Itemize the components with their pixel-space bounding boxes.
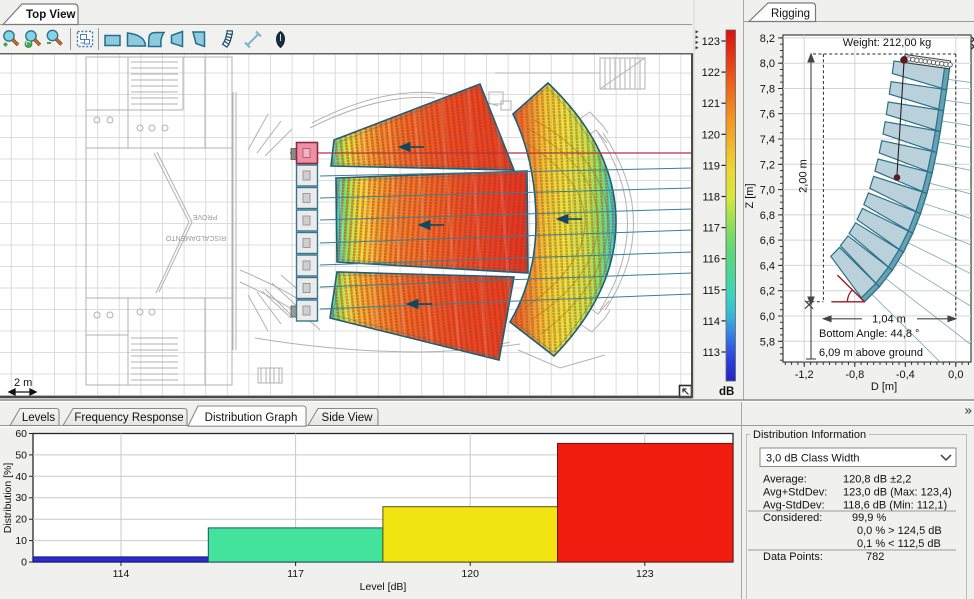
svg-text:99,9 %: 99,9 % — [852, 512, 886, 524]
svg-text:123: 123 — [702, 36, 720, 48]
svg-text:6,4: 6,4 — [760, 260, 775, 272]
svg-text:7,0: 7,0 — [760, 185, 775, 197]
svg-text:0,0: 0,0 — [948, 369, 963, 381]
svg-text:Top View: Top View — [26, 9, 75, 21]
svg-text:123: 123 — [636, 568, 654, 580]
svg-text:20: 20 — [15, 514, 27, 526]
svg-text:782: 782 — [866, 551, 884, 563]
svg-text:118,6 dB (Min: 112,1): 118,6 dB (Min: 112,1) — [843, 500, 947, 512]
svg-text:50: 50 — [15, 449, 27, 461]
svg-text:Level [dB]: Level [dB] — [360, 581, 407, 593]
svg-text:Levels: Levels — [22, 412, 55, 424]
svg-text:Distribution Graph: Distribution Graph — [205, 412, 298, 424]
svg-text:Avg+StdDev:: Avg+StdDev: — [763, 487, 827, 499]
svg-text:117: 117 — [702, 223, 720, 235]
svg-text:Distribution Information: Distribution Information — [753, 429, 866, 441]
svg-text:118: 118 — [702, 192, 720, 204]
svg-text:-0,4: -0,4 — [896, 369, 915, 381]
svg-text:123,0 dB (Max: 123,4): 123,0 dB (Max: 123,4) — [843, 487, 952, 499]
svg-text:120: 120 — [461, 568, 479, 580]
svg-text:D [m]: D [m] — [871, 381, 897, 393]
svg-text:Frequency Response: Frequency Response — [74, 412, 183, 424]
svg-text:7,2: 7,2 — [760, 159, 775, 171]
svg-text:60: 60 — [15, 428, 27, 440]
svg-text:7,6: 7,6 — [760, 109, 775, 121]
svg-text:Distribution [%]: Distribution [%] — [2, 463, 14, 534]
svg-text:-0,8: -0,8 — [845, 369, 864, 381]
svg-text:Considered:: Considered: — [763, 512, 822, 524]
svg-text:8,0: 8,0 — [760, 58, 775, 70]
svg-text:Side View: Side View — [322, 412, 374, 424]
svg-text:6,09 m above ground: 6,09 m above ground — [819, 347, 923, 359]
svg-text:-1,2: -1,2 — [795, 369, 814, 381]
svg-text:Z [m]: Z [m] — [744, 183, 756, 208]
svg-text:7,4: 7,4 — [760, 134, 775, 146]
svg-text:6,2: 6,2 — [760, 286, 775, 298]
svg-text:Avg-StdDev:: Avg-StdDev: — [763, 500, 825, 512]
svg-text:1,04 m: 1,04 m — [872, 314, 906, 326]
svg-text:120: 120 — [702, 129, 720, 141]
svg-text:3,0 dB Class Width: 3,0 dB Class Width — [766, 453, 860, 465]
svg-text:121: 121 — [702, 98, 720, 110]
svg-text:2 m: 2 m — [14, 377, 32, 389]
svg-text:30: 30 — [15, 492, 27, 504]
svg-text:PROVE: PROVE — [192, 213, 217, 220]
svg-text:6,6: 6,6 — [760, 235, 775, 247]
svg-text:10: 10 — [15, 535, 27, 547]
svg-text:114: 114 — [113, 568, 130, 580]
svg-text:Weight: 212,00 kg: Weight: 212,00 kg — [843, 37, 931, 49]
svg-text:8,2: 8,2 — [760, 33, 775, 45]
svg-text:0,0 % > 124,5 dB: 0,0 % > 124,5 dB — [857, 525, 942, 537]
svg-text:0,1 % < 112,5 dB: 0,1 % < 112,5 dB — [857, 538, 941, 550]
svg-text:6,8: 6,8 — [760, 210, 775, 222]
svg-text:119: 119 — [702, 160, 720, 172]
svg-text:114: 114 — [702, 316, 720, 328]
svg-text:0: 0 — [21, 557, 27, 569]
svg-text:117: 117 — [287, 568, 304, 580]
svg-text:7,8: 7,8 — [760, 84, 775, 96]
svg-text:40: 40 — [15, 471, 27, 483]
svg-text:120,8 dB ±2,2: 120,8 dB ±2,2 — [843, 474, 911, 486]
svg-text:dB: dB — [719, 386, 734, 398]
svg-text:122: 122 — [702, 67, 720, 79]
svg-text:115: 115 — [702, 285, 720, 297]
svg-text:RISCALDAMENTO: RISCALDAMENTO — [165, 234, 226, 241]
svg-text:5,8: 5,8 — [760, 336, 775, 348]
svg-text:Rigging: Rigging — [771, 8, 810, 20]
svg-text:116: 116 — [702, 254, 720, 266]
svg-text:Average:: Average: — [763, 474, 807, 486]
svg-text:Data Points:: Data Points: — [763, 551, 823, 563]
svg-text:2,00 m: 2,00 m — [798, 159, 810, 193]
svg-text:Bottom Angle: 44,8 °: Bottom Angle: 44,8 ° — [819, 328, 919, 340]
svg-text:113: 113 — [702, 347, 720, 359]
svg-text:6,0: 6,0 — [760, 311, 775, 323]
